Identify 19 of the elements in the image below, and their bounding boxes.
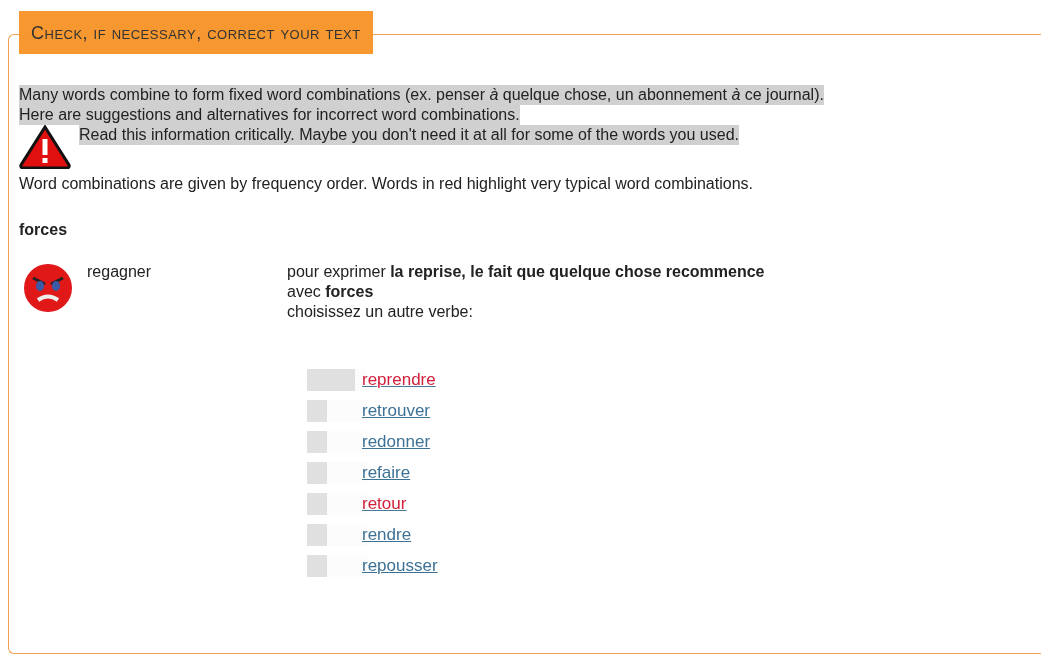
warning-text: Read this information critically. Maybe you don't need it at all for some of the words you used. [79,125,739,145]
suggestion-link[interactable]: reprendre [362,370,436,390]
warning-icon [19,125,71,169]
intro-text: Many words combine to form fixed word combinations (ex. penser à quelque chose, un abonnement à ce journal). [19,85,824,105]
suggestion-link[interactable]: retour [362,494,407,514]
suggestion-link[interactable]: rendre [362,525,412,545]
suggestion-link[interactable]: refaire [362,463,411,483]
suggestion-link[interactable]: redonner [362,432,431,452]
verb-text: regagner [87,263,153,282]
suggestion-link[interactable]: retrouver [362,401,431,421]
intro-text: Here are suggestions and alternatives for incorrect word combinations. [19,105,520,125]
note-text: Word combinations are given by frequency order. Words in red highlight very typical word combinations. [19,175,754,193]
explanation-text: choisissez un autre verbe: [287,303,474,321]
word-heading: forces [19,221,69,239]
panel-title: Check, if necessary, correct your text [19,11,373,54]
explanation-text: avec forces [287,283,375,301]
explanation-text: pour exprimer la reprise, le fait que quelque chose recommence [287,263,765,281]
angry-face-icon [23,263,73,313]
suggestion-link[interactable]: repousser [362,556,438,576]
